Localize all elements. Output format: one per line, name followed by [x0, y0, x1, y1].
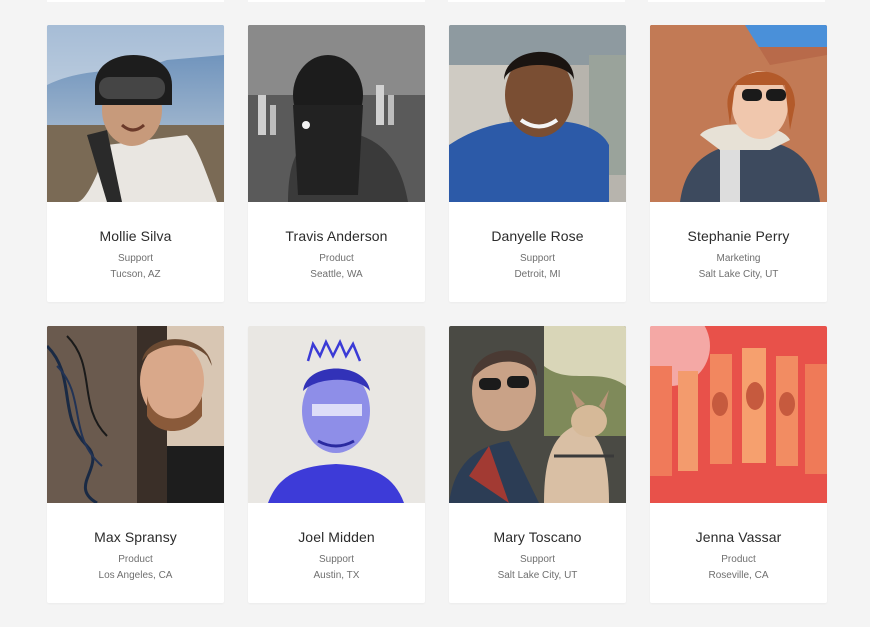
member-location: Los Angeles, CA: [98, 570, 173, 581]
member-role: Product: [721, 554, 756, 565]
member-name: Mollie Silva: [99, 228, 172, 244]
team-member-card[interactable]: Max Spransy Product Los Angeles, CA: [47, 326, 224, 603]
member-photo: [650, 326, 827, 503]
team-grid: Mollie Silva Support Tucson, AZ Travis A…: [47, 25, 827, 603]
member-info: Stephanie Perry Marketing Salt Lake City…: [650, 202, 827, 302]
member-photo: [248, 326, 425, 503]
member-name: Travis Anderson: [285, 228, 388, 244]
member-name: Stephanie Perry: [687, 228, 790, 244]
member-role: Support: [318, 554, 355, 565]
member-photo: [449, 326, 626, 503]
team-member-card[interactable]: Joel Midden Support Austin, TX: [248, 326, 425, 603]
member-info: Mollie Silva Support Tucson, AZ: [47, 202, 224, 302]
member-location: Roseville, CA: [708, 570, 769, 581]
team-member-card[interactable]: Jenna Vassar Product Roseville, CA: [650, 326, 827, 603]
member-info: Travis Anderson Product Seattle, WA: [248, 202, 425, 302]
member-name: Joel Midden: [298, 529, 375, 545]
member-photo: [47, 25, 224, 202]
member-photo: [47, 326, 224, 503]
card-edge: [248, 0, 425, 2]
member-photo: [650, 25, 827, 202]
member-info: Joel Midden Support Austin, TX: [248, 503, 425, 603]
member-role: Support: [519, 554, 556, 565]
member-location: Austin, TX: [313, 570, 360, 581]
member-photo: [449, 25, 626, 202]
team-member-card[interactable]: Mollie Silva Support Tucson, AZ: [47, 25, 224, 302]
member-location: Salt Lake City, UT: [497, 570, 578, 581]
member-photo: [248, 25, 425, 202]
card-edge: [648, 0, 825, 2]
card-edge: [47, 0, 224, 2]
team-member-card[interactable]: Mary Toscano Support Salt Lake City, UT: [449, 326, 626, 603]
member-role: Marketing: [716, 253, 761, 264]
member-location: Tucson, AZ: [110, 269, 161, 280]
member-info: Max Spransy Product Los Angeles, CA: [47, 503, 224, 603]
member-role: Support: [519, 253, 556, 264]
member-location: Detroit, MI: [514, 269, 561, 280]
member-name: Max Spransy: [94, 529, 177, 545]
card-edge: [448, 0, 625, 2]
member-role: Product: [118, 554, 153, 565]
member-info: Danyelle Rose Support Detroit, MI: [449, 202, 626, 302]
team-member-card[interactable]: Travis Anderson Product Seattle, WA: [248, 25, 425, 302]
team-member-card[interactable]: Stephanie Perry Marketing Salt Lake City…: [650, 25, 827, 302]
member-name: Mary Toscano: [493, 529, 582, 545]
team-page: Mollie Silva Support Tucson, AZ Travis A…: [0, 0, 870, 627]
member-role: Product: [319, 253, 354, 264]
member-name: Jenna Vassar: [695, 529, 782, 545]
member-name: Danyelle Rose: [491, 228, 584, 244]
member-role: Support: [117, 253, 154, 264]
member-location: Salt Lake City, UT: [698, 269, 779, 280]
member-info: Jenna Vassar Product Roseville, CA: [650, 503, 827, 603]
team-member-card[interactable]: Danyelle Rose Support Detroit, MI: [449, 25, 626, 302]
member-location: Seattle, WA: [310, 269, 363, 280]
member-info: Mary Toscano Support Salt Lake City, UT: [449, 503, 626, 603]
